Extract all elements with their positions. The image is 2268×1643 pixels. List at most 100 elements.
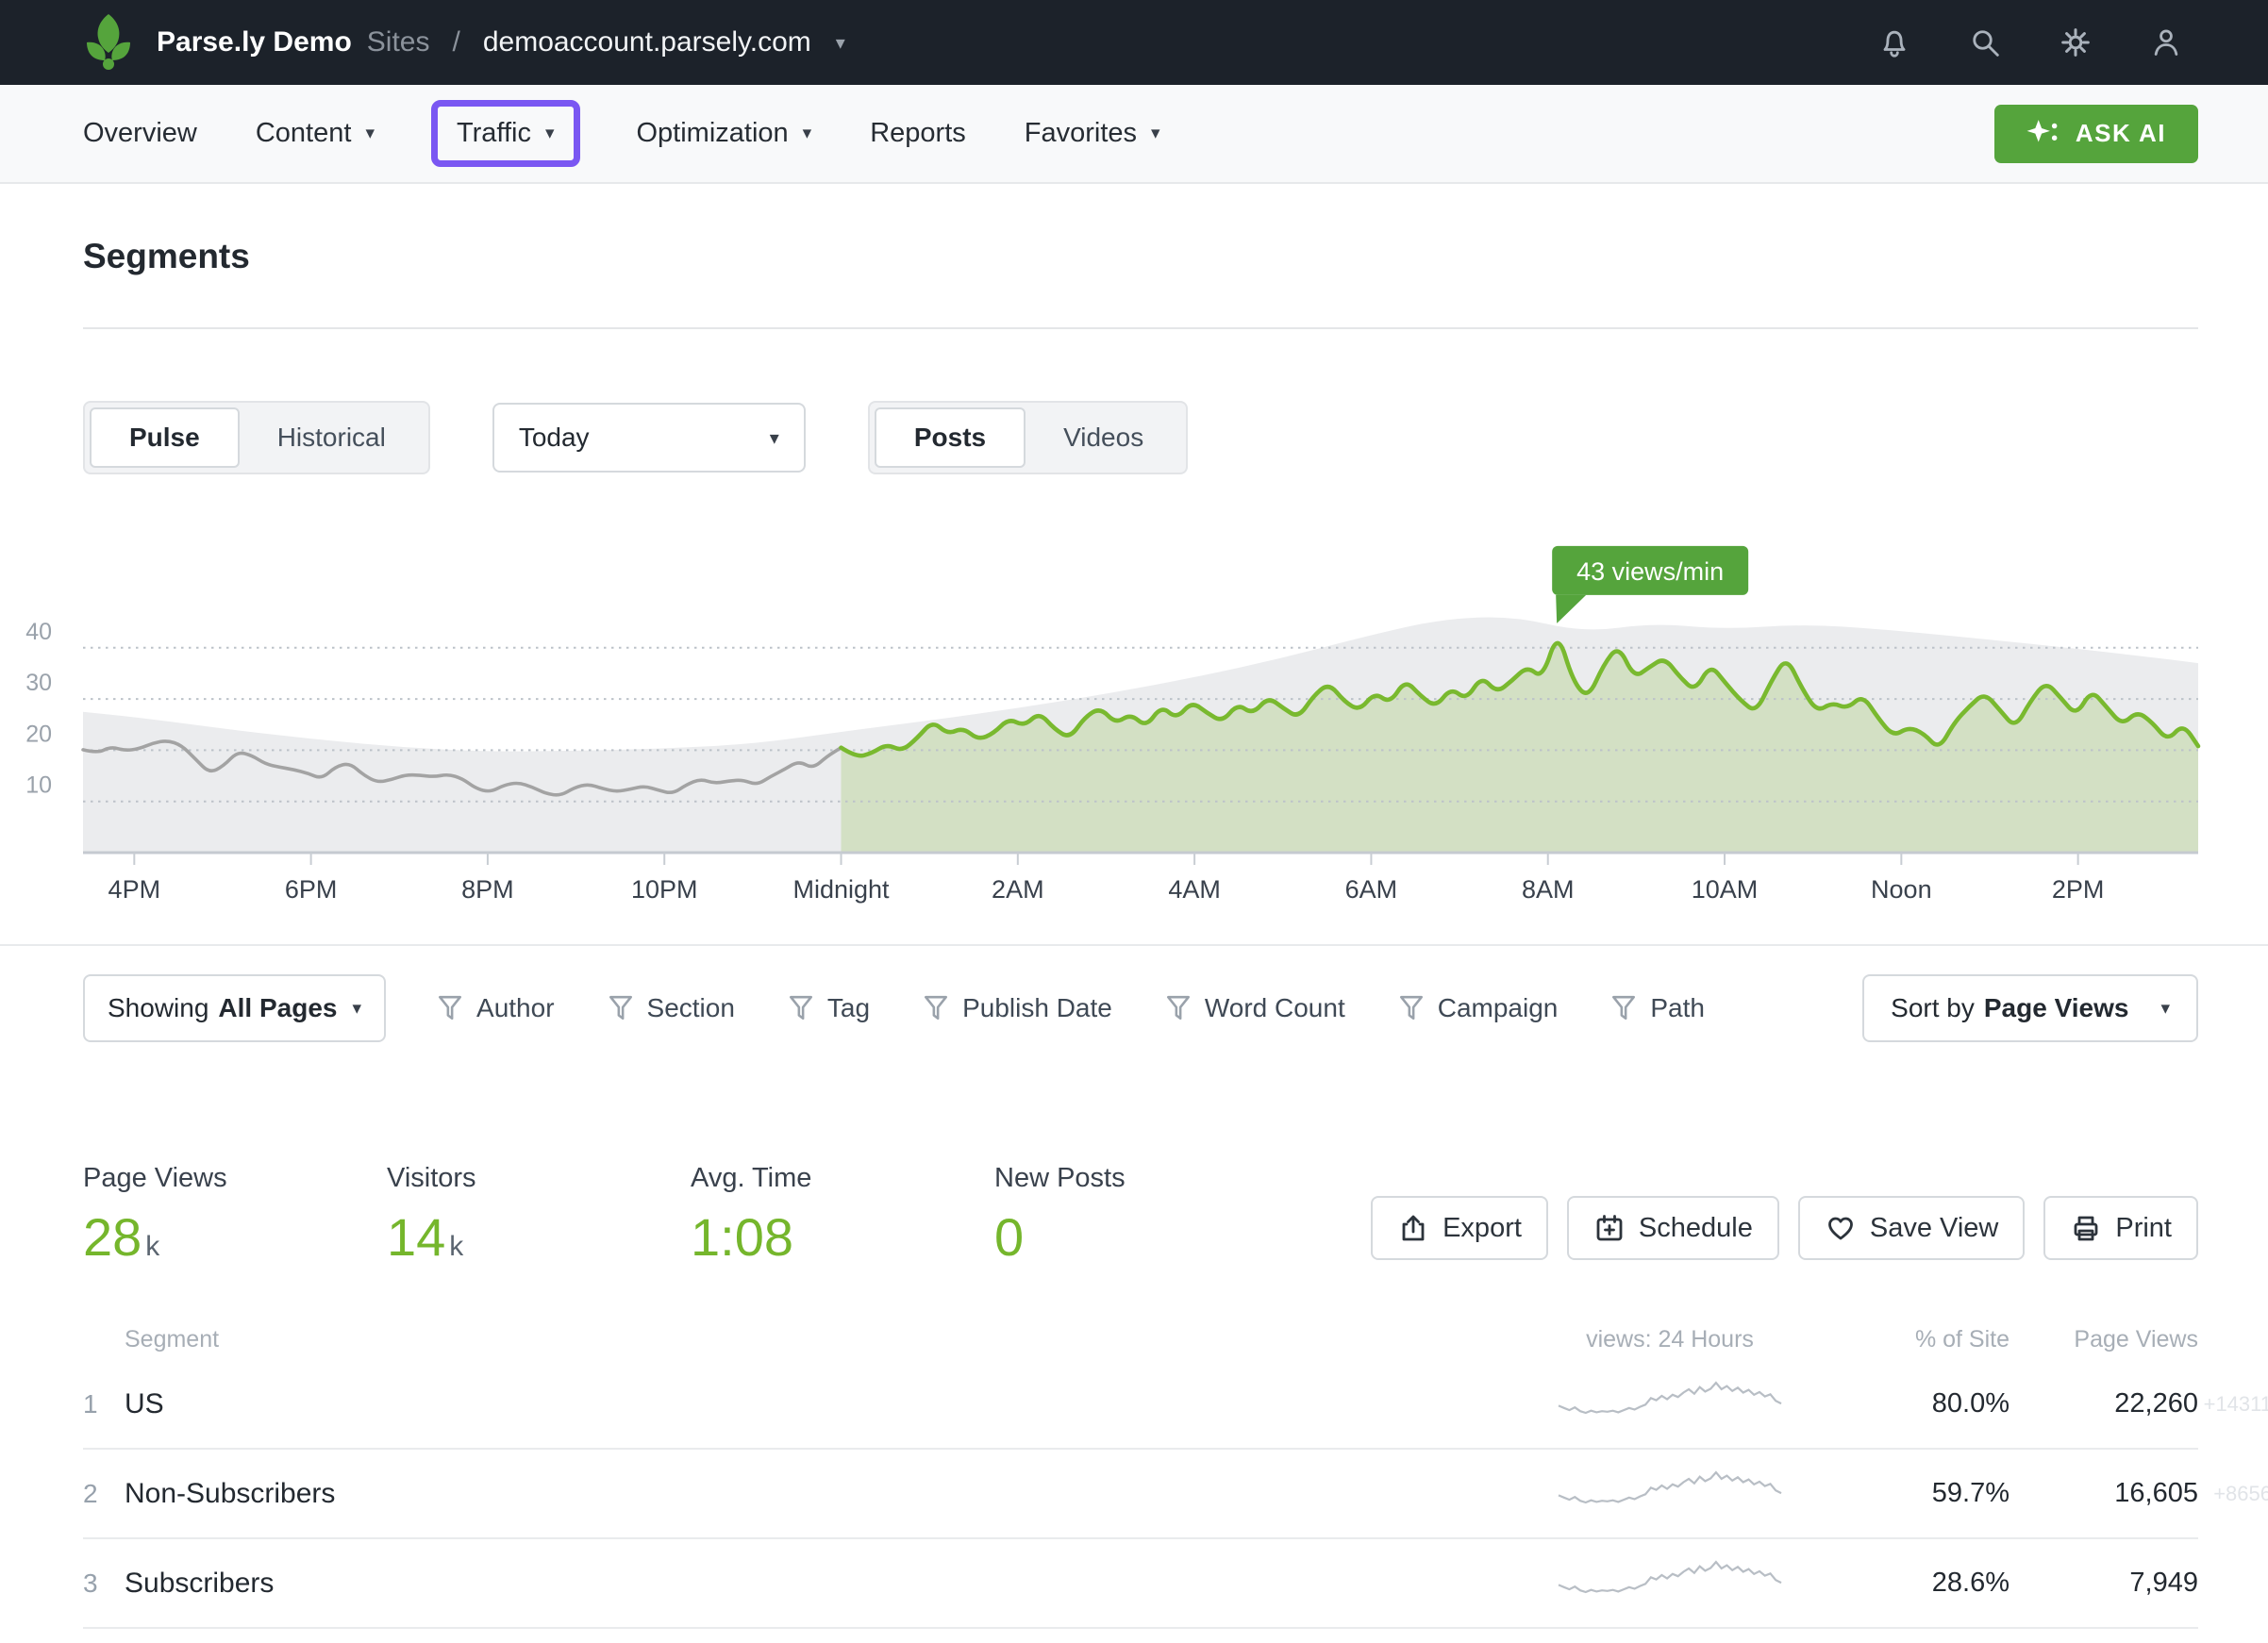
toggle-posts[interactable]: Posts [875, 407, 1026, 468]
showing-pages-button[interactable]: Showing All Pages ▾ [83, 974, 386, 1042]
segment-name[interactable]: Non-Subscribers [125, 1478, 1528, 1510]
chevron-down-icon: ▾ [352, 998, 361, 1020]
nav-item-label: Favorites [1025, 118, 1137, 149]
metric-page-views: Page Views28k [83, 1163, 387, 1264]
metric-label: Avg. Time [691, 1163, 994, 1194]
schedule-button[interactable]: Schedule [1567, 1196, 1779, 1260]
nav-item-label: Optimization [637, 118, 789, 149]
column-header-pct-of-site[interactable]: % of Site [1811, 1326, 2010, 1353]
metric-number: 14 [387, 1207, 445, 1267]
chevron-down-icon: ▾ [2160, 998, 2170, 1020]
funnel-icon [608, 994, 634, 1022]
metrics-group: Page Views28kVisitors14kAvg. Time1:08New… [83, 1163, 1298, 1264]
sparkline-cell [1557, 1464, 1783, 1523]
ask-ai-button[interactable]: ASK AI [1994, 105, 2198, 163]
filter-label: Campaign [1438, 993, 1559, 1023]
delta-badge: +14311 [2204, 1392, 2268, 1417]
nav-item-reports[interactable]: Reports [870, 118, 966, 149]
table-row[interactable]: 3Subscribers28.6%7,949 [83, 1539, 2198, 1629]
nav-item-content[interactable]: Content▾ [256, 118, 375, 149]
chart-tooltip: 43 views/min [1552, 546, 1748, 623]
button-label: Print [2115, 1213, 2172, 1244]
metric-avg-time: Avg. Time1:08 [691, 1163, 994, 1264]
print-button[interactable]: Print [2043, 1196, 2198, 1260]
page-title: Segments [83, 237, 2198, 276]
filter-tag[interactable]: Tag [788, 993, 870, 1023]
segments-table: Segment views: 24 Hours % of Site Page V… [0, 1264, 2268, 1629]
column-header-page-views[interactable]: Page Views [2010, 1326, 2198, 1353]
x-axis-label: 6AM [1345, 875, 1398, 904]
showing-prefix: Showing [108, 993, 208, 1023]
x-axis-label: 4AM [1168, 875, 1221, 904]
x-axis-label: 8PM [461, 875, 514, 904]
filter-path[interactable]: Path [1610, 993, 1705, 1023]
gear-icon[interactable] [2057, 24, 2094, 61]
sort-by-button[interactable]: Sort by Page Views ▾ [1862, 974, 2198, 1042]
filter-campaign[interactable]: Campaign [1398, 993, 1559, 1023]
toggle-historical[interactable]: Historical [240, 409, 424, 466]
nav-item-optimization[interactable]: Optimization ▾ [637, 118, 812, 149]
sparkle-icon [2026, 119, 2060, 149]
date-range-value: Today [519, 423, 590, 453]
row-rank: 1 [83, 1389, 125, 1419]
pct-of-site: 80.0% [1811, 1388, 2010, 1419]
save-view-button[interactable]: Save View [1798, 1196, 2026, 1260]
nav-item-label: Traffic [457, 118, 531, 149]
topbar-icons [1876, 24, 2185, 61]
toggle-videos[interactable]: Videos [1026, 409, 1181, 466]
chevron-down-icon: ▾ [803, 123, 812, 144]
segment-name[interactable]: Subscribers [125, 1568, 1528, 1600]
nav-items: Overview Content▾ Traffic ▾Optimization ▾ Rep… [83, 111, 1160, 156]
x-axis-label: 4PM [108, 875, 161, 904]
calendar-plus-icon [1593, 1212, 1626, 1244]
export-icon [1397, 1212, 1429, 1244]
filter-publish-date[interactable]: Publish Date [923, 993, 1112, 1023]
table-row[interactable]: 1US80.0%22,260+14311 [83, 1360, 2198, 1450]
metric-value: 0 [994, 1211, 1298, 1264]
metric-value: 14k [387, 1211, 691, 1264]
y-axis-label: 20 [25, 721, 52, 747]
topbar: Parse.ly Demo Sites / demoaccount.parsel… [0, 0, 2268, 85]
chevron-down-icon[interactable]: ▾ [836, 31, 845, 55]
metric-value: 28k [83, 1211, 387, 1264]
pulse-traffic-chart[interactable]: 102030404PM6PM8PM10PMMidnight2AM4AM6AM8A… [0, 508, 2268, 923]
filter-label: Path [1650, 993, 1705, 1023]
filter-section[interactable]: Section [608, 993, 735, 1023]
column-header-views-24h[interactable]: views: 24 Hours [1528, 1326, 1811, 1353]
search-icon[interactable] [1966, 24, 2004, 61]
main-content: Segments PulseHistorical Today ▾ PostsVi… [0, 184, 2268, 1629]
controls-row: PulseHistorical Today ▾ PostsVideos [0, 329, 2268, 474]
filter-author[interactable]: Author [437, 993, 555, 1023]
filter-word-count[interactable]: Word Count [1165, 993, 1345, 1023]
main-nav: Overview Content▾ Traffic▾ Optimization ▾ Rep… [0, 85, 2268, 184]
y-axis-label: 30 [25, 670, 52, 696]
breadcrumb: Parse.ly Demo Sites / demoaccount.parsel… [157, 26, 845, 58]
table-body: 1US80.0%22,260+143112Non-Subscribers59.7… [83, 1360, 2198, 1629]
site-selector[interactable]: demoaccount.parsely.com [483, 26, 811, 58]
export-button[interactable]: Export [1371, 1196, 1548, 1260]
page-views-value: 7,949 [2010, 1568, 2198, 1599]
y-axis-label: 40 [25, 619, 52, 645]
x-axis-label: 8AM [1522, 875, 1575, 904]
action-buttons: Export Schedule Save View Print [1371, 1196, 2198, 1264]
table-row[interactable]: 2Non-Subscribers59.7%16,605+8656 [83, 1450, 2198, 1539]
column-header-segment[interactable]: Segment [125, 1326, 1528, 1353]
bell-icon[interactable] [1876, 24, 1913, 61]
segment-name[interactable]: US [125, 1388, 1528, 1420]
parsely-logo[interactable] [83, 12, 134, 73]
chevron-down-icon: ▾ [770, 426, 779, 450]
person-icon[interactable] [2147, 24, 2185, 61]
metric-number: 0 [994, 1207, 1024, 1267]
nav-item-favorites[interactable]: Favorites▾ [1025, 118, 1160, 149]
page-views-value: 16,605 [2010, 1478, 2198, 1509]
nav-item-traffic[interactable]: Traffic▾ [431, 100, 580, 167]
nav-item-overview[interactable]: Overview [83, 118, 197, 149]
date-range-select[interactable]: Today ▾ [492, 403, 806, 473]
pulse-historical-toggle: PulseHistorical [83, 401, 430, 474]
table-header: Segment views: 24 Hours % of Site Page V… [83, 1319, 2198, 1360]
x-axis-label: 10PM [631, 875, 698, 904]
y-axis-label: 10 [25, 772, 52, 799]
tooltip-text: 43 views/min [1576, 557, 1724, 586]
filter-chips: Author Section Tag Publish Date Word Count Ca… [437, 993, 1705, 1023]
toggle-pulse[interactable]: Pulse [90, 407, 240, 468]
